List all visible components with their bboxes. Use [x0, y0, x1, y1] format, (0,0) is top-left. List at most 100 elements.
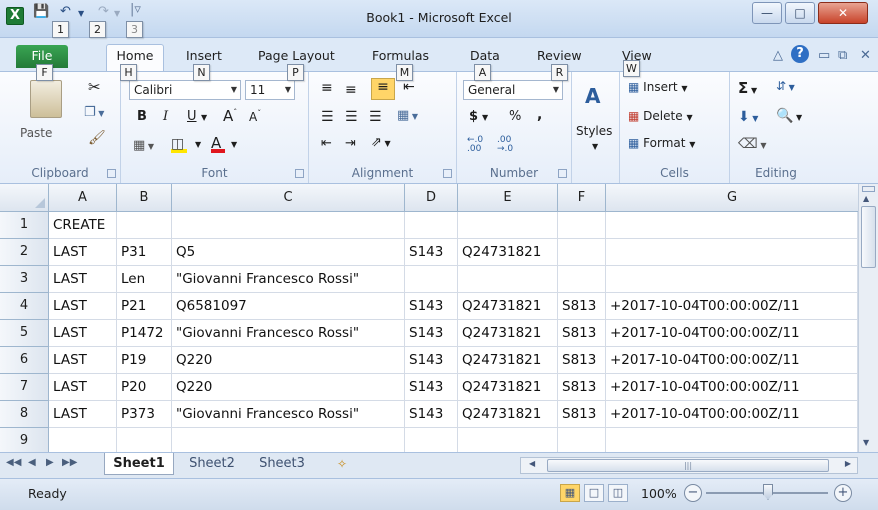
- help-icon[interactable]: ?: [791, 45, 809, 63]
- decrease-font-icon[interactable]: Aˇ: [249, 109, 261, 124]
- page-layout-view-icon[interactable]: □: [584, 484, 604, 502]
- row-header[interactable]: 6: [0, 347, 49, 374]
- vertical-scroll-thumb[interactable]: [861, 206, 876, 268]
- font-size-combo[interactable]: 11 ▼: [245, 80, 295, 100]
- cell[interactable]: [458, 212, 558, 239]
- cell[interactable]: Q220: [172, 374, 405, 401]
- decrease-indent-icon[interactable]: ⇤: [321, 136, 332, 151]
- column-header-c[interactable]: C: [172, 184, 405, 211]
- cell[interactable]: [172, 428, 405, 452]
- cell[interactable]: [458, 428, 558, 452]
- increase-decimal-icon[interactable]: ←.0.00: [467, 136, 483, 154]
- cell[interactable]: [606, 239, 858, 266]
- zoom-in-icon[interactable]: +: [834, 484, 852, 502]
- copy-icon[interactable]: ❐ ▼: [84, 105, 104, 120]
- align-left-icon[interactable]: ☰: [321, 109, 334, 125]
- clipboard-launcher-icon[interactable]: [107, 169, 116, 178]
- cell[interactable]: CREATE: [49, 212, 117, 239]
- tab-review[interactable]: Review: [537, 48, 582, 63]
- cell[interactable]: [606, 212, 858, 239]
- align-center-icon[interactable]: ☰: [345, 109, 358, 125]
- cell[interactable]: "Giovanni Francesco Rossi": [172, 320, 405, 347]
- workbook-close-icon[interactable]: ✕: [860, 48, 871, 63]
- currency-dropdown-icon[interactable]: ▼: [482, 113, 488, 122]
- paste-button[interactable]: Paste: [20, 126, 52, 140]
- insert-cells-button[interactable]: ▦ Insert ▼: [628, 80, 688, 94]
- maximize-button[interactable]: □: [785, 2, 815, 24]
- font-launcher-icon[interactable]: [295, 169, 304, 178]
- cell[interactable]: LAST: [49, 401, 117, 428]
- cell[interactable]: Q24731821: [458, 320, 558, 347]
- close-button[interactable]: ✕: [818, 2, 868, 24]
- column-header-g[interactable]: G: [606, 184, 858, 211]
- cell[interactable]: S813: [558, 347, 606, 374]
- cell[interactable]: P373: [117, 401, 172, 428]
- cell[interactable]: Q24731821: [458, 239, 558, 266]
- cell[interactable]: P31: [117, 239, 172, 266]
- workbook-restore-icon[interactable]: ⧉: [838, 48, 847, 63]
- cell[interactable]: [405, 212, 458, 239]
- cell[interactable]: P20: [117, 374, 172, 401]
- cell[interactable]: [558, 428, 606, 452]
- align-top-icon[interactable]: ≡: [321, 80, 333, 96]
- row-header[interactable]: 3: [0, 266, 49, 293]
- sheet-tab-sheet1[interactable]: Sheet1: [104, 453, 174, 475]
- minimize-ribbon-icon[interactable]: △: [773, 48, 783, 63]
- row-header[interactable]: 2: [0, 239, 49, 266]
- increase-font-icon[interactable]: Aˆ: [223, 107, 237, 125]
- normal-view-icon[interactable]: ▦: [560, 484, 580, 502]
- font-color-icon[interactable]: A: [211, 134, 225, 153]
- scroll-down-icon[interactable]: ▼: [863, 438, 869, 447]
- sheet-tab-sheet3[interactable]: Sheet3: [250, 453, 314, 475]
- cell[interactable]: Q24731821: [458, 401, 558, 428]
- last-sheet-icon[interactable]: ▶▶: [62, 457, 77, 468]
- select-all-button[interactable]: [0, 184, 49, 211]
- cell[interactable]: +2017-10-04T00:00:00Z/11: [606, 320, 858, 347]
- zoom-level[interactable]: 100%: [641, 486, 677, 501]
- horizontal-scrollbar[interactable]: ◀ ||| ▶: [520, 457, 858, 474]
- format-cells-button[interactable]: ▦ Format ▼: [628, 136, 695, 150]
- cell[interactable]: [405, 428, 458, 452]
- number-format-combo[interactable]: General ▼: [463, 80, 563, 100]
- cell[interactable]: LAST: [49, 320, 117, 347]
- font-family-combo[interactable]: Calibri ▼: [129, 80, 241, 100]
- row-header[interactable]: 4: [0, 293, 49, 320]
- minimize-button[interactable]: —: [752, 2, 782, 24]
- cell[interactable]: Q220: [172, 347, 405, 374]
- next-sheet-icon[interactable]: ▶: [46, 457, 54, 468]
- cell[interactable]: [49, 428, 117, 452]
- underline-button[interactable]: U: [187, 109, 197, 124]
- cell[interactable]: [117, 212, 172, 239]
- row-header[interactable]: 5: [0, 320, 49, 347]
- cut-icon[interactable]: ✂: [88, 78, 101, 96]
- autosum-icon[interactable]: Σ ▼: [738, 79, 757, 97]
- cell[interactable]: +2017-10-04T00:00:00Z/11: [606, 401, 858, 428]
- row-header[interactable]: 9: [0, 428, 49, 452]
- cell[interactable]: P21: [117, 293, 172, 320]
- cell[interactable]: LAST: [49, 374, 117, 401]
- cell[interactable]: [117, 428, 172, 452]
- cell[interactable]: P19: [117, 347, 172, 374]
- percent-button[interactable]: %: [509, 109, 521, 124]
- cell[interactable]: S143: [405, 347, 458, 374]
- cell[interactable]: +2017-10-04T00:00:00Z/11: [606, 347, 858, 374]
- cell[interactable]: LAST: [49, 347, 117, 374]
- cell[interactable]: [405, 266, 458, 293]
- fill-color-icon[interactable]: ◫: [171, 136, 187, 153]
- cell[interactable]: S813: [558, 374, 606, 401]
- tab-data[interactable]: Data: [470, 48, 500, 63]
- find-select-icon[interactable]: 🔍 ▼: [776, 108, 802, 124]
- column-header-e[interactable]: E: [458, 184, 558, 211]
- styles-dropdown-icon[interactable]: ▼: [592, 142, 598, 151]
- cell[interactable]: "Giovanni Francesco Rossi": [172, 401, 405, 428]
- cell[interactable]: [558, 212, 606, 239]
- currency-button[interactable]: $: [469, 109, 478, 124]
- page-break-view-icon[interactable]: ◫: [608, 484, 628, 502]
- column-header-b[interactable]: B: [117, 184, 172, 211]
- scroll-up-icon[interactable]: ▲: [863, 194, 869, 203]
- cell[interactable]: LAST: [49, 293, 117, 320]
- tab-formulas[interactable]: Formulas: [372, 48, 429, 63]
- cell[interactable]: S813: [558, 401, 606, 428]
- tab-page-layout[interactable]: Page Layout: [258, 48, 335, 63]
- scroll-right-icon[interactable]: ▶: [845, 459, 851, 468]
